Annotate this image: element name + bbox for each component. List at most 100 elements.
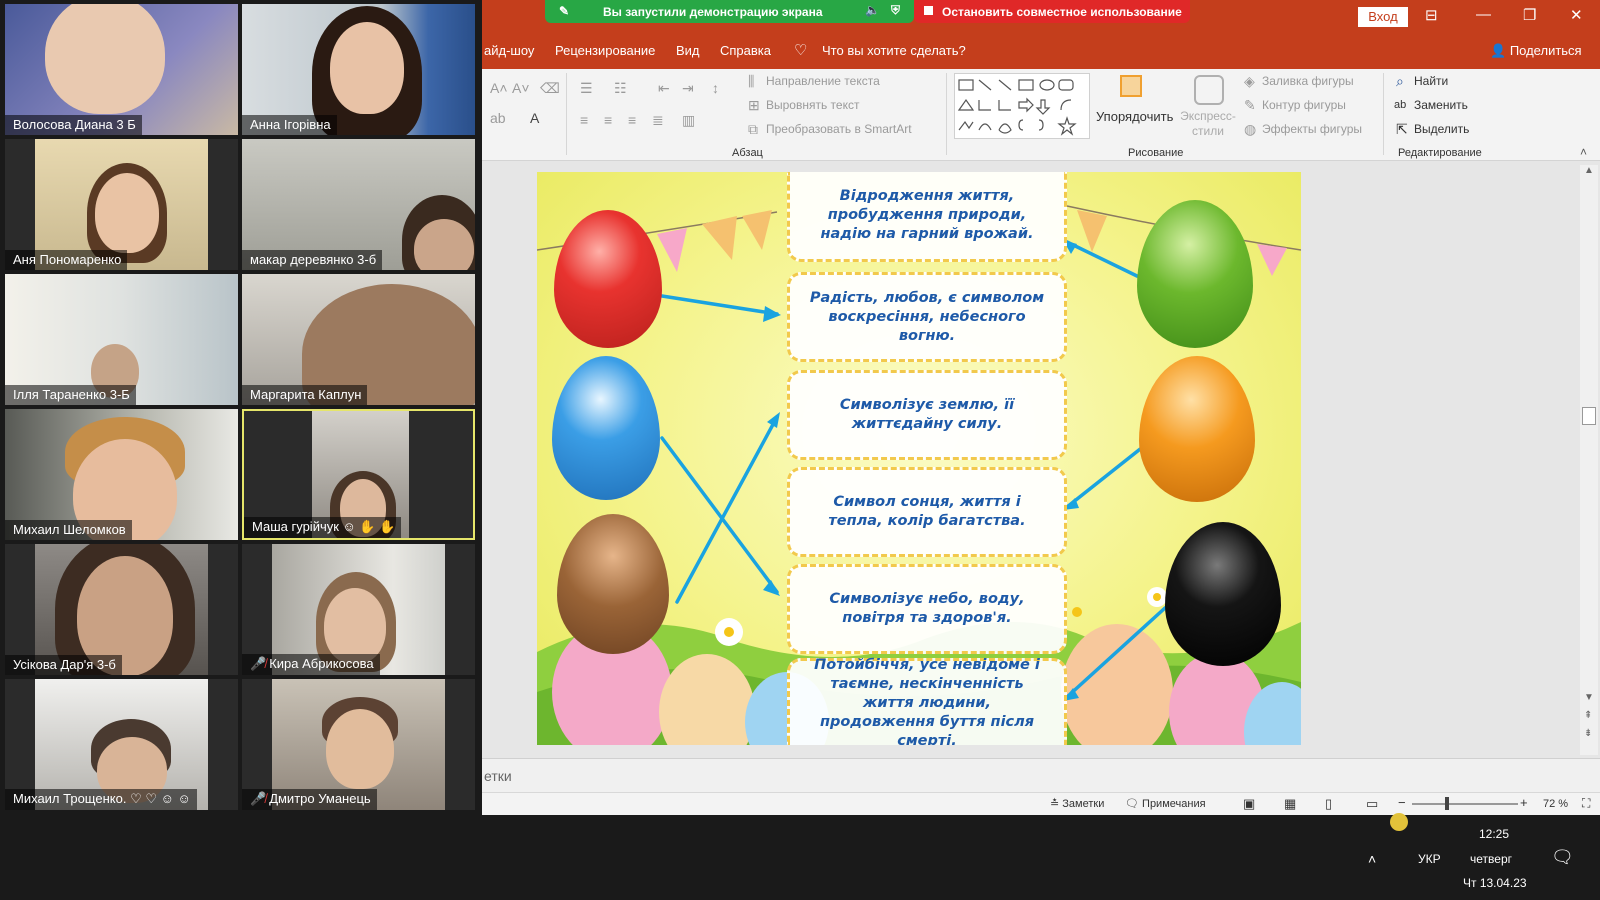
slide-card-4[interactable]: Символ сонця, життя і тепла, колір багат… bbox=[787, 467, 1067, 557]
share-label: Поделиться bbox=[1509, 43, 1582, 58]
align-text-button[interactable]: Выровнять текст bbox=[766, 98, 859, 112]
bullets-icon[interactable]: ☰ bbox=[580, 81, 593, 95]
chevron-up-icon[interactable]: ˄ bbox=[1368, 851, 1376, 867]
app-tray-icon[interactable] bbox=[1390, 813, 1408, 831]
slide-sorter-icon[interactable]: ▦ bbox=[1284, 796, 1296, 812]
normal-view-icon[interactable]: ▣ bbox=[1243, 796, 1255, 812]
pin-icon[interactable]: ✎ bbox=[559, 4, 569, 18]
zoom-in-icon[interactable]: + bbox=[1520, 795, 1528, 810]
arrange-button[interactable]: Упорядочить bbox=[1092, 73, 1173, 143]
shape-effects-button[interactable]: Эффекты фигуры bbox=[1262, 122, 1362, 136]
zoom-level[interactable]: 72 % bbox=[1543, 798, 1568, 810]
line-spacing-icon[interactable]: ↕ bbox=[712, 81, 719, 95]
language-indicator[interactable]: УКР bbox=[1418, 852, 1441, 866]
align-right-icon[interactable]: ≡ bbox=[628, 113, 636, 127]
font-grow-icon[interactable]: A˄ bbox=[490, 81, 508, 95]
slide-card-5[interactable]: Символізує небо, воду, повітря та здоров… bbox=[787, 564, 1067, 654]
zoom-slider-thumb[interactable] bbox=[1445, 797, 1449, 810]
share-button[interactable]: 👤 Поделиться bbox=[1490, 43, 1582, 59]
slide-canvas[interactable]: Відродження життя, пробудження природи, … bbox=[537, 172, 1301, 745]
slide-card-2[interactable]: Радість, любов, є символом воскресіння, … bbox=[787, 272, 1067, 362]
clock-day[interactable]: четверг bbox=[1470, 852, 1512, 866]
tab-help[interactable]: Справка bbox=[720, 43, 771, 58]
font-shrink-icon[interactable]: A˅ bbox=[512, 81, 530, 95]
tab-review[interactable]: Рецензирование bbox=[555, 43, 655, 58]
scroll-up-icon[interactable]: ▲ bbox=[1584, 165, 1594, 176]
slide-card-6[interactable]: Потойбіччя, усе невідоме і таємне, нескі… bbox=[787, 657, 1067, 745]
participant-face bbox=[324, 588, 386, 664]
scroll-thumb[interactable] bbox=[1582, 407, 1596, 425]
slideshow-icon[interactable]: ▭ bbox=[1366, 796, 1378, 812]
notes-button[interactable]: ≛ Заметки bbox=[1050, 797, 1104, 810]
next-slide-icon[interactable]: ⇟ bbox=[1584, 728, 1592, 739]
participant-tile[interactable]: Усікова Дар'я 3-б bbox=[5, 544, 238, 675]
shape-fill-button[interactable]: Заливка фигуры bbox=[1262, 74, 1354, 88]
participant-name: Усікова Дар'я 3-б bbox=[5, 655, 122, 675]
comments-button[interactable]: 🗨 Примечания bbox=[1125, 797, 1206, 810]
tab-slideshow[interactable]: айд-шоу bbox=[484, 43, 534, 58]
minimize-icon[interactable]: — bbox=[1476, 6, 1491, 23]
video-gallery-panel: Волосова Диана 3 Б Анна Ігорівна Аня Пон… bbox=[0, 0, 482, 873]
clock-time[interactable]: 12:25 bbox=[1479, 827, 1509, 841]
find-button[interactable]: Найти bbox=[1414, 74, 1448, 88]
zoom-out-icon[interactable]: − bbox=[1398, 795, 1406, 810]
zoom-slider[interactable] bbox=[1412, 803, 1518, 805]
columns-icon[interactable]: ▥ bbox=[682, 113, 695, 127]
notes-pane[interactable]: етки bbox=[480, 758, 1600, 792]
notifications-icon[interactable]: 🗨 bbox=[1551, 847, 1574, 868]
participant-tile[interactable]: Аня Пономаренко bbox=[5, 139, 238, 270]
select-icon: ⇱ bbox=[1396, 121, 1408, 137]
fit-slide-icon[interactable]: ⛶ bbox=[1582, 796, 1590, 811]
participant-name: Михаил Шеломков bbox=[5, 520, 132, 540]
shape-outline-button[interactable]: Контур фигуры bbox=[1262, 98, 1346, 112]
close-icon[interactable]: ✕ bbox=[1570, 6, 1583, 24]
slide-card-1[interactable]: Відродження життя, пробудження природи, … bbox=[787, 172, 1067, 262]
participant-tile[interactable]: Волосова Диана 3 Б bbox=[5, 4, 238, 135]
participant-tile[interactable]: Анна Ігорівна bbox=[242, 4, 475, 135]
replace-button[interactable]: Заменить bbox=[1414, 98, 1468, 112]
participant-tile[interactable]: макар деревянко 3-б bbox=[242, 139, 475, 270]
reaction-icons: ☺ ✋ ✋ bbox=[342, 519, 396, 534]
reading-view-icon[interactable]: ▯ bbox=[1325, 796, 1332, 812]
sign-in-button[interactable]: Вход bbox=[1358, 7, 1408, 27]
participant-name: Аня Пономаренко bbox=[5, 250, 128, 270]
vertical-scrollbar[interactable]: ▲ ▼ ⇞ ⇟ bbox=[1580, 165, 1598, 755]
numbering-icon[interactable]: ☷ bbox=[614, 81, 627, 95]
scroll-down-icon[interactable]: ▼ bbox=[1584, 692, 1594, 703]
align-center-icon[interactable]: ≡ bbox=[604, 113, 612, 127]
justify-icon[interactable]: ≣ bbox=[652, 113, 664, 127]
quick-styles-button[interactable]: Экспресс-стили bbox=[1178, 73, 1238, 143]
participant-face bbox=[330, 22, 404, 114]
stop-share-button[interactable]: Остановить совместное использование bbox=[914, 0, 1190, 23]
participant-tile-active-speaker[interactable]: Маша гурійчук ☺ ✋ ✋ bbox=[242, 409, 475, 540]
participant-tile[interactable]: Михаил Трощенко. ♡ ♡ ☺ ☺ bbox=[5, 679, 238, 810]
clock-date[interactable]: Чт 13.04.23 bbox=[1463, 876, 1527, 890]
increase-indent-icon[interactable]: ⇥ bbox=[682, 81, 694, 95]
decrease-indent-icon[interactable]: ⇤ bbox=[658, 81, 670, 95]
clear-format-icon[interactable]: ⌫ bbox=[540, 81, 560, 95]
audio-icon[interactable]: 🔈 bbox=[865, 3, 880, 17]
convert-smartart-button[interactable]: Преобразовать в SmartArt bbox=[766, 122, 912, 136]
prev-slide-icon[interactable]: ⇞ bbox=[1584, 710, 1592, 721]
participant-tile[interactable]: Ілля Тараненко 3-Б bbox=[5, 274, 238, 405]
align-left-icon[interactable]: ≡ bbox=[580, 113, 588, 127]
shapes-gallery[interactable] bbox=[954, 73, 1090, 139]
restore-icon[interactable]: ❐ bbox=[1523, 6, 1536, 24]
tab-view[interactable]: Вид bbox=[676, 43, 700, 58]
participant-tile[interactable]: 🎤̸ Дмитро Уманець bbox=[242, 679, 475, 810]
highlight-icon[interactable]: ab bbox=[490, 111, 506, 125]
select-button[interactable]: Выделить bbox=[1414, 122, 1469, 136]
participant-tile[interactable]: Маргарита Каплун bbox=[242, 274, 475, 405]
paragraph-group-label: Абзац bbox=[732, 147, 763, 159]
font-color-icon[interactable]: A bbox=[530, 111, 539, 125]
participant-tile[interactable]: Михаил Шеломков bbox=[5, 409, 238, 540]
tell-me-input[interactable]: Что вы хотите сделать? bbox=[822, 43, 966, 58]
text-direction-icon: ⫼ bbox=[748, 73, 755, 89]
replace-icon: ab bbox=[1394, 99, 1407, 111]
collapse-ribbon-icon[interactable]: ˄ bbox=[1580, 145, 1587, 159]
text-direction-button[interactable]: Направление текста bbox=[766, 74, 880, 88]
participant-tile[interactable]: 🎤̸ Кира Абрикосова bbox=[242, 544, 475, 675]
ribbon-display-icon[interactable]: ⊟ bbox=[1425, 6, 1438, 24]
slide-card-3[interactable]: Символізує землю, її життєдайну силу. bbox=[787, 370, 1067, 460]
notes-icon: ≛ bbox=[1050, 798, 1060, 810]
